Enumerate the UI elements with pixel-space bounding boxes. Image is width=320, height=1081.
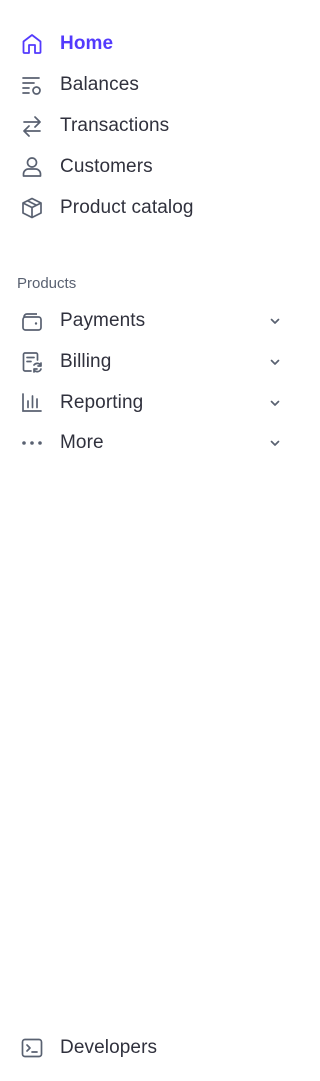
sidebar-item-product-catalog[interactable]: Product catalog [0,188,300,228]
sidebar-nav: Home Balances Transactions Customers Pro… [0,0,300,1081]
sidebar-item-reporting[interactable]: Reporting [0,383,300,423]
sidebar-item-home[interactable]: Home [0,24,300,64]
sidebar-item-billing[interactable]: Billing [0,342,300,382]
sidebar-item-label: Payments [60,310,146,331]
chevron-down-icon[interactable] [268,314,282,328]
balances-icon [20,73,44,97]
terminal-icon [20,1036,44,1060]
chevron-down-icon[interactable] [268,396,282,410]
product-catalog-icon [20,196,44,220]
sidebar-item-label: Customers [60,156,153,177]
wallet-icon [20,309,44,333]
sidebar-item-more[interactable]: More [0,423,300,463]
more-icon [20,431,44,455]
sidebar-item-customers[interactable]: Customers [0,147,300,187]
chevron-down-icon[interactable] [268,436,282,450]
transactions-icon [20,114,44,138]
customer-icon [20,155,44,179]
home-icon [20,32,44,56]
sidebar-item-label: More [60,432,104,453]
products-section-heading: Products [17,275,77,292]
sidebar-item-label: Transactions [60,115,170,136]
sidebar-item-label: Reporting [60,392,144,413]
billing-icon [20,350,44,374]
sidebar-item-label: Balances [60,74,139,95]
sidebar-item-transactions[interactable]: Transactions [0,106,300,146]
chevron-down-icon[interactable] [268,355,282,369]
sidebar-item-developers[interactable]: Developers [0,1028,300,1068]
sidebar-item-balances[interactable]: Balances [0,65,300,105]
sidebar-item-payments[interactable]: Payments [0,301,300,341]
reporting-icon [20,391,44,415]
sidebar-item-label: Product catalog [60,197,194,218]
sidebar-item-label: Home [60,33,114,54]
sidebar-item-label: Developers [60,1037,158,1058]
sidebar-item-label: Billing [60,351,112,372]
